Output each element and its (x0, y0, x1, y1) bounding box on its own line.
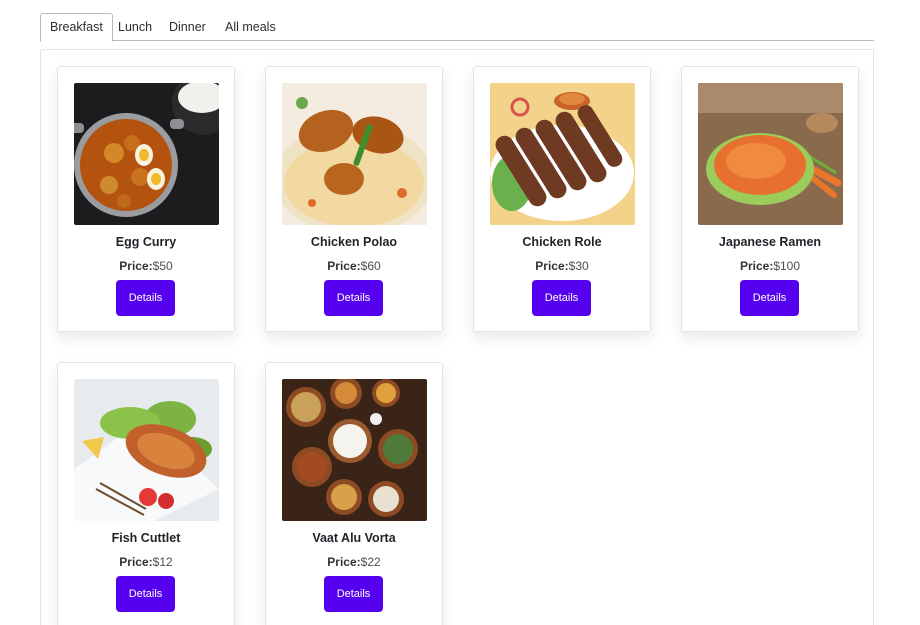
price-label: Price: (327, 259, 361, 273)
details-button[interactable]: Details (116, 280, 175, 316)
meal-card: Chicken Role Price:$30 Details (473, 66, 651, 332)
meal-name: Egg Curry (115, 235, 177, 249)
price-value: $50 (152, 259, 173, 273)
meal-card: Chicken Polao Price:$60 Details (265, 66, 443, 332)
price-label: Price: (327, 555, 361, 569)
japanese-ramen-image (698, 83, 843, 225)
fish-cuttlet-image (74, 379, 219, 521)
meal-name: Japanese Ramen (718, 235, 822, 249)
meal-price: Price:$100 (682, 259, 858, 273)
price-value: $22 (360, 555, 381, 569)
tab-lunch[interactable]: Lunch (118, 13, 152, 41)
meal-name: Chicken Role (522, 235, 602, 249)
meal-price: Price:$60 (266, 259, 442, 273)
meal-card: Vaat Alu Vorta Price:$22 Details (265, 362, 443, 625)
details-button[interactable]: Details (116, 576, 175, 612)
vaat-alu-vorta-image (282, 379, 427, 521)
price-value: $12 (152, 555, 173, 569)
chicken-polao-image (282, 83, 427, 225)
meal-name: Fish Cuttlet (111, 531, 181, 545)
price-label: Price: (119, 555, 153, 569)
details-button[interactable]: Details (324, 280, 383, 316)
tab-dinner[interactable]: Dinner (169, 13, 206, 41)
meal-price: Price:$30 (474, 259, 650, 273)
price-value: $100 (773, 259, 801, 273)
meal-tabs: Breakfast Lunch Dinner All meals (40, 13, 874, 42)
meal-card: Fish Cuttlet Price:$12 Details (57, 362, 235, 625)
chicken-role-image (490, 83, 635, 225)
tab-content-panel: Egg Curry Price:$50 Details Chicken Pola… (40, 49, 874, 625)
price-label: Price: (535, 259, 569, 273)
price-label: Price: (739, 259, 774, 273)
details-button[interactable]: Details (324, 576, 383, 612)
details-button[interactable]: Details (532, 280, 591, 316)
details-button[interactable]: Details (740, 280, 799, 316)
tab-breakfast[interactable]: Breakfast (40, 13, 113, 42)
price-label: Price: (119, 259, 153, 273)
egg-curry-image (74, 83, 219, 225)
price-value: $60 (360, 259, 381, 273)
meal-card: Japanese Ramen Price:$100 Details (681, 66, 859, 332)
meal-price: Price:$50 (58, 259, 234, 273)
meal-name: Chicken Polao (310, 235, 398, 249)
meal-price: Price:$22 (266, 555, 442, 569)
meal-name: Vaat Alu Vorta (312, 531, 396, 545)
price-value: $30 (568, 259, 589, 273)
tab-all-meals[interactable]: All meals (225, 13, 276, 41)
meal-price: Price:$12 (58, 555, 234, 569)
meal-card: Egg Curry Price:$50 Details (57, 66, 235, 332)
